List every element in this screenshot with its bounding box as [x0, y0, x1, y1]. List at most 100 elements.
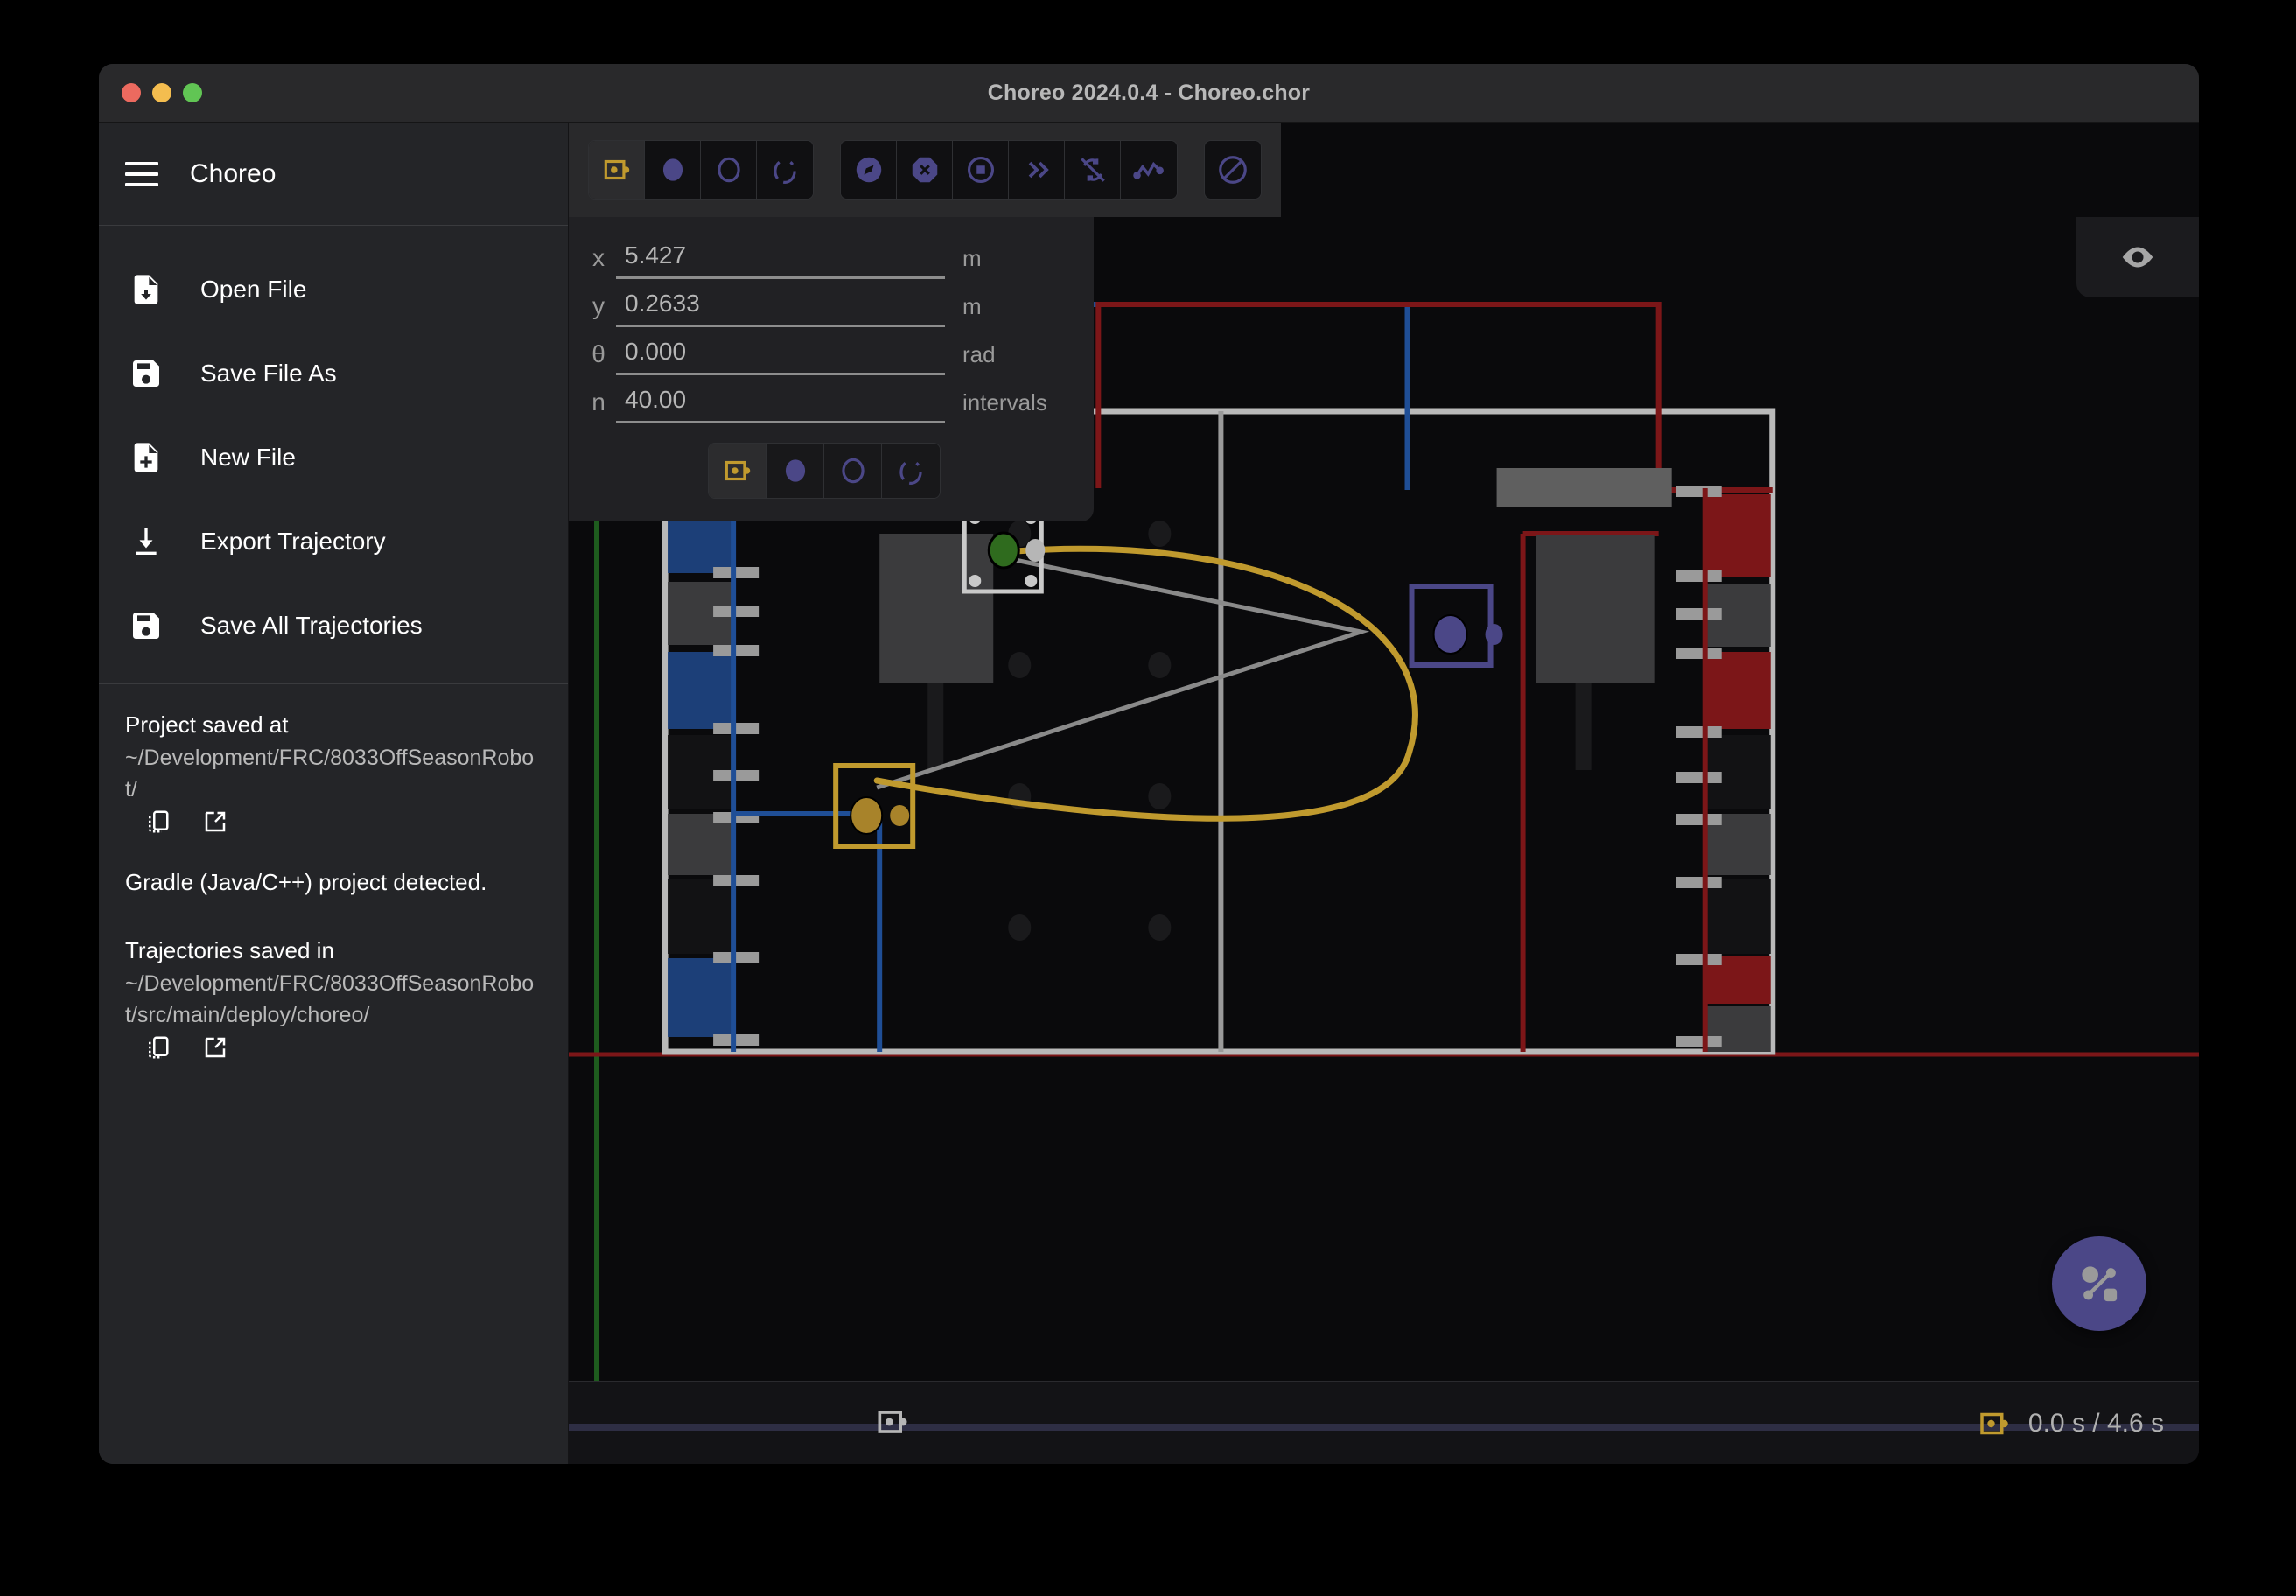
generate-path-icon: [2072, 1256, 2126, 1311]
chevron-double-right-icon: [1020, 153, 1054, 186]
window-body: Choreo Open File Save File As: [99, 122, 2199, 1464]
blue-field-post: [928, 682, 943, 770]
waypoint-marker-icon: [1976, 1405, 2012, 1442]
sidebar-item-export-trajectory[interactable]: Export Trajectory: [99, 500, 568, 584]
panel-waypoint-full-button[interactable]: [709, 444, 766, 498]
gradle-note: Gradle (Java/C++) project detected.: [125, 866, 542, 900]
open-external-icon[interactable]: [202, 1034, 228, 1060]
sidebar-item-save-file-as[interactable]: Save File As: [99, 332, 568, 416]
sidebar-menu-list: Open File Save File As New File: [99, 226, 568, 668]
title-bar: Choreo 2024.0.4 - Choreo.chor: [99, 64, 2199, 122]
save-floppy-icon: [127, 354, 165, 393]
download-icon: [127, 522, 165, 561]
property-unit-theta: rad: [945, 341, 1068, 375]
waypoint-translation-icon: [656, 153, 690, 186]
panel-waypoint-translation-button[interactable]: [766, 444, 824, 498]
project-saved-path-row: ~/Development/FRC/8033OffSeasonRobot/: [125, 742, 542, 832]
panel-waypoint-guess-button[interactable]: [882, 444, 940, 498]
waypoint-guess-icon: [768, 153, 802, 186]
file-plus-icon: [127, 438, 165, 477]
waypoint-full-icon: [600, 153, 634, 186]
sidebar: Choreo Open File Save File As: [99, 122, 569, 1464]
property-unit-y: m: [945, 293, 1068, 327]
panel-waypoint-empty-button[interactable]: [824, 444, 882, 498]
project-saved-block: Project saved at ~/Development/FRC/8033O…: [125, 709, 542, 831]
waypoint-empty-icon-button[interactable]: [701, 141, 757, 199]
trajectory-line-icon-button[interactable]: [1121, 141, 1177, 199]
trajectories-saved-block: Trajectories saved in ~/Development/FRC/…: [125, 934, 542, 1057]
property-row-y: y 0.2633 m: [581, 288, 1068, 327]
gradle-note-block: Gradle (Java/C++) project detected.: [125, 866, 542, 900]
visibility-eye-icon: [2118, 237, 2158, 277]
waypoint-empty-icon: [712, 153, 746, 186]
open-external-icon[interactable]: [202, 808, 228, 835]
project-path-actions: [144, 808, 228, 835]
chevron-double-right-icon-button[interactable]: [1009, 141, 1065, 199]
property-key-theta: θ: [581, 340, 616, 375]
navigate-compass-icon-button[interactable]: [841, 141, 897, 199]
sidebar-item-open-file[interactable]: Open File: [99, 248, 568, 332]
trajectories-path-row: ~/Development/FRC/8033OffSeasonRobot/src…: [125, 968, 542, 1058]
waypoint-type-group: [588, 140, 814, 200]
timeline-playhead-handle[interactable]: [873, 1403, 912, 1441]
file-upload-icon: [127, 270, 165, 309]
waypoint-guess-icon: [894, 454, 928, 487]
application-window: Choreo 2024.0.4 - Choreo.chor Choreo Ope…: [99, 64, 2199, 1464]
sync-off-icon-button[interactable]: [1065, 141, 1121, 199]
blue-field-block: [879, 534, 993, 682]
sync-off-icon: [1076, 153, 1110, 186]
obstacle-x-icon: [908, 153, 942, 186]
hamburger-menu-icon[interactable]: [125, 162, 158, 186]
property-row-n: n 40.00 intervals: [581, 384, 1068, 424]
waypoint-type-selector: [581, 443, 1068, 499]
waypoint-guess-icon-button[interactable]: [757, 141, 813, 199]
visibility-toggle-button[interactable]: [2076, 217, 2199, 298]
view-tools-group: [840, 140, 1178, 200]
sidebar-item-label: Open File: [200, 276, 306, 304]
property-row-x: x 5.427 m: [581, 240, 1068, 279]
intervals-input[interactable]: 40.00: [616, 384, 945, 424]
no-entry-icon-button[interactable]: [1205, 141, 1261, 199]
time-display-label: 0.0 s / 4.6 s: [2028, 1409, 2164, 1438]
obstacle-x-icon-button[interactable]: [897, 141, 953, 199]
app-name-label: Choreo: [190, 159, 276, 189]
trajectories-saved-title: Trajectories saved in: [125, 934, 542, 968]
waypoint-marker-icon: [873, 1403, 912, 1441]
theta-input[interactable]: 0.000: [616, 336, 945, 375]
y-input[interactable]: 0.2633: [616, 288, 945, 327]
property-key-n: n: [581, 388, 616, 424]
x-input[interactable]: 5.427: [616, 240, 945, 279]
property-row-theta: θ 0.000 rad: [581, 336, 1068, 375]
sidebar-info-area: Project saved at ~/Development/FRC/8033O…: [99, 684, 568, 1092]
project-saved-path: ~/Development/FRC/8033OffSeasonRobot/: [125, 742, 542, 806]
sidebar-item-label: Export Trajectory: [200, 528, 386, 556]
project-saved-title: Project saved at: [125, 709, 542, 742]
property-unit-x: m: [945, 245, 1068, 279]
save-floppy-icon: [127, 606, 165, 645]
copy-icon[interactable]: [144, 1034, 171, 1060]
copy-icon[interactable]: [144, 808, 171, 835]
property-key-x: x: [581, 244, 616, 279]
sidebar-item-new-file[interactable]: New File: [99, 416, 568, 500]
waypoint-full-icon-button[interactable]: [589, 141, 645, 199]
waypoint-full-icon: [721, 454, 754, 487]
field-canvas-area[interactable]: x 5.427 m y 0.2633 m θ 0.000 rad n 40.00: [569, 122, 2199, 1464]
sidebar-item-label: New File: [200, 444, 296, 472]
time-readout: 0.0 s / 4.6 s: [1976, 1382, 2164, 1464]
sidebar-item-save-all-trajectories[interactable]: Save All Trajectories: [99, 584, 568, 668]
timeline-track[interactable]: [569, 1424, 2199, 1431]
red-shelf-bar: [1497, 468, 1672, 507]
trajectory-line-icon: [1132, 153, 1166, 186]
trajectories-path-actions: [144, 1034, 228, 1060]
canvas-toolbar: [569, 122, 1281, 217]
timeline-bar: 0.0 s / 4.6 s: [569, 1381, 2199, 1464]
waypoint-translation-icon: [779, 454, 812, 487]
stop-point-icon: [964, 153, 998, 186]
red-field-post: [1576, 682, 1592, 770]
stop-point-icon-button[interactable]: [953, 141, 1009, 199]
waypoint-property-panel: x 5.427 m y 0.2633 m θ 0.000 rad n 40.00: [569, 217, 1094, 522]
generate-path-button[interactable]: [2052, 1236, 2146, 1331]
property-key-y: y: [581, 292, 616, 327]
waypoint-empty-icon: [836, 454, 870, 487]
waypoint-translation-icon-button[interactable]: [645, 141, 701, 199]
